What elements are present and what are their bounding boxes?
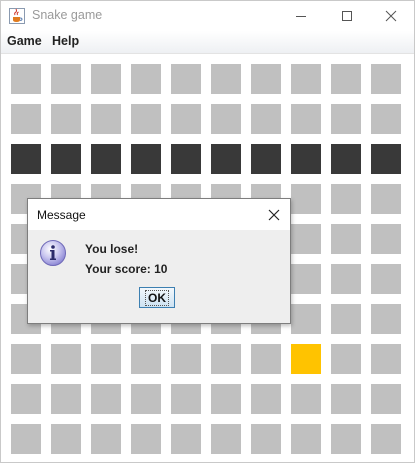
- grid-cell: [371, 224, 401, 254]
- menu-game[interactable]: Game: [7, 34, 42, 48]
- grid-cell: [51, 424, 81, 454]
- grid-cell: [11, 64, 41, 94]
- grid-cell: [331, 384, 361, 414]
- close-button[interactable]: [368, 1, 414, 31]
- dialog-title: Message: [37, 208, 86, 222]
- grid-cell: [11, 384, 41, 414]
- snake-segment: [211, 144, 241, 174]
- grid-cell: [291, 104, 321, 134]
- grid-cell: [331, 64, 361, 94]
- grid-cell: [51, 64, 81, 94]
- grid-cell: [131, 344, 161, 374]
- app-window: Snake game Game Help Message You lose! Y…: [0, 0, 415, 463]
- close-icon: [385, 10, 397, 22]
- grid-cell: [291, 224, 321, 254]
- grid-cell: [51, 104, 81, 134]
- close-icon: [268, 209, 280, 220]
- grid-cell: [331, 424, 361, 454]
- snake-segment: [251, 144, 281, 174]
- minimize-icon: [296, 16, 306, 17]
- grid-cell: [331, 184, 361, 214]
- maximize-icon: [342, 11, 352, 21]
- grid-cell: [51, 344, 81, 374]
- grid-cell: [371, 304, 401, 334]
- grid-cell: [331, 224, 361, 254]
- message-dialog: Message You lose! Your score: 10 OK: [27, 198, 291, 324]
- menu-bar: Game Help: [1, 31, 414, 54]
- grid-cell: [331, 344, 361, 374]
- grid-cell: [131, 104, 161, 134]
- grid-cell: [131, 384, 161, 414]
- grid-cell: [371, 384, 401, 414]
- snake-segment: [11, 144, 41, 174]
- grid-cell: [291, 184, 321, 214]
- grid-cell: [171, 344, 201, 374]
- grid-cell: [11, 344, 41, 374]
- ok-button-label: OK: [145, 289, 169, 306]
- grid-cell: [91, 344, 121, 374]
- snake-segment: [371, 144, 401, 174]
- grid-cell: [371, 344, 401, 374]
- grid-cell: [371, 104, 401, 134]
- grid-cell: [171, 384, 201, 414]
- grid-cell: [11, 104, 41, 134]
- grid-cell: [371, 64, 401, 94]
- grid-cell: [91, 384, 121, 414]
- grid-cell: [211, 344, 241, 374]
- grid-cell: [291, 264, 321, 294]
- menu-help[interactable]: Help: [52, 34, 79, 48]
- grid-cell: [211, 104, 241, 134]
- dialog-message: You lose!: [85, 242, 139, 256]
- dialog-score: Your score: 10: [85, 262, 168, 276]
- grid-cell: [291, 64, 321, 94]
- snake-segment: [331, 144, 361, 174]
- grid-cell: [251, 344, 281, 374]
- grid-cell: [131, 64, 161, 94]
- grid-cell: [251, 64, 281, 94]
- maximize-button[interactable]: [324, 1, 370, 31]
- grid-cell: [371, 424, 401, 454]
- grid-cell: [291, 424, 321, 454]
- grid-cell: [11, 424, 41, 454]
- snake-segment: [91, 144, 121, 174]
- grid-cell: [331, 104, 361, 134]
- grid-cell: [251, 424, 281, 454]
- title-bar[interactable]: Snake game: [1, 1, 414, 31]
- grid-cell: [171, 104, 201, 134]
- dialog-close-button[interactable]: [258, 199, 290, 230]
- grid-cell: [211, 424, 241, 454]
- info-icon: [40, 240, 66, 266]
- grid-cell: [131, 424, 161, 454]
- grid-cell: [331, 264, 361, 294]
- grid-cell: [91, 64, 121, 94]
- grid-cell: [211, 64, 241, 94]
- grid-cell: [171, 64, 201, 94]
- dialog-title-bar[interactable]: Message: [28, 199, 290, 230]
- grid-cell: [291, 384, 321, 414]
- minimize-button[interactable]: [278, 1, 324, 31]
- window-title: Snake game: [32, 8, 103, 22]
- grid-cell: [251, 104, 281, 134]
- snake-segment: [291, 144, 321, 174]
- ok-button[interactable]: OK: [139, 287, 175, 308]
- grid-cell: [211, 384, 241, 414]
- food-cell: [291, 344, 321, 374]
- grid-cell: [251, 384, 281, 414]
- snake-segment: [131, 144, 161, 174]
- grid-cell: [51, 384, 81, 414]
- grid-cell: [291, 304, 321, 334]
- grid-cell: [371, 184, 401, 214]
- java-coffee-cup-icon: [9, 8, 25, 24]
- grid-cell: [371, 264, 401, 294]
- grid-cell: [171, 424, 201, 454]
- grid-cell: [91, 424, 121, 454]
- grid-cell: [91, 104, 121, 134]
- snake-segment: [51, 144, 81, 174]
- grid-cell: [331, 304, 361, 334]
- snake-segment: [171, 144, 201, 174]
